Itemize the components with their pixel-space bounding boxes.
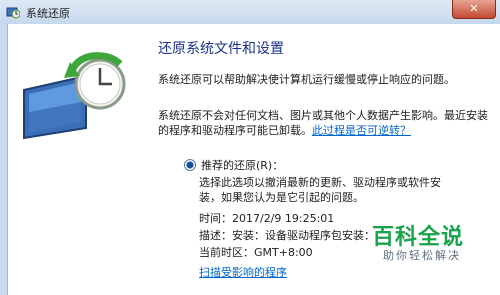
time-label: 时间： xyxy=(199,212,232,225)
restore-graphic-icon xyxy=(23,52,126,140)
content-panel: 还原系统文件和设置 系统还原可以帮助解决使计算机运行缓慢或停止响应的问题。 系统… xyxy=(7,24,500,295)
watermark-slogan: 助你轻松解决 xyxy=(383,249,461,262)
page-heading: 还原系统文件和设置 xyxy=(158,41,284,57)
timezone-row: 当前时区：GMT+8:00 xyxy=(199,244,313,260)
tz-value: GMT+8:00 xyxy=(254,246,313,259)
restore-description-row: 描述：安装：设备驱动程序包安装： xyxy=(199,227,375,243)
window-title: 系统还原 xyxy=(26,7,70,20)
note-text: 系统还原不会对任何文档、图片或其他个人数据产生影响。最近安装的程序和驱动程序可能… xyxy=(158,108,493,138)
close-button[interactable]: ✕ xyxy=(452,0,496,19)
recommended-radio[interactable] xyxy=(184,159,196,171)
intro-text: 系统还原可以帮助解决使计算机运行缓慢或停止响应的问题。 xyxy=(158,73,455,86)
window-frame: 还原系统文件和设置 系统还原可以帮助解决使计算机运行缓慢或停止响应的问题。 系统… xyxy=(0,24,500,295)
recommended-label: 推荐的还原(R)： xyxy=(201,159,284,172)
recommended-restore-option[interactable]: 推荐的还原(R)： xyxy=(184,157,283,173)
recommended-description: 选择此选项以撤消最新的更新、驱动程序或软件安装，如果您认为是它引起的问题。 xyxy=(199,176,441,204)
tz-label: 当前时区： xyxy=(199,246,254,259)
desc-value: 安装：设备驱动程序包安装： xyxy=(232,229,375,242)
title-bar: 系统还原 ✕ xyxy=(0,0,500,25)
scan-affected-programs-link[interactable]: 扫描受影响的程序 xyxy=(199,264,287,280)
time-value: 2017/2/9 19:25:01 xyxy=(232,212,335,225)
restore-time-row: 时间：2017/2/9 19:25:01 xyxy=(199,210,334,226)
desc-label: 描述： xyxy=(199,229,232,242)
system-restore-icon xyxy=(6,7,20,19)
reversible-link[interactable]: 此过程是否可逆转？ xyxy=(312,124,411,137)
